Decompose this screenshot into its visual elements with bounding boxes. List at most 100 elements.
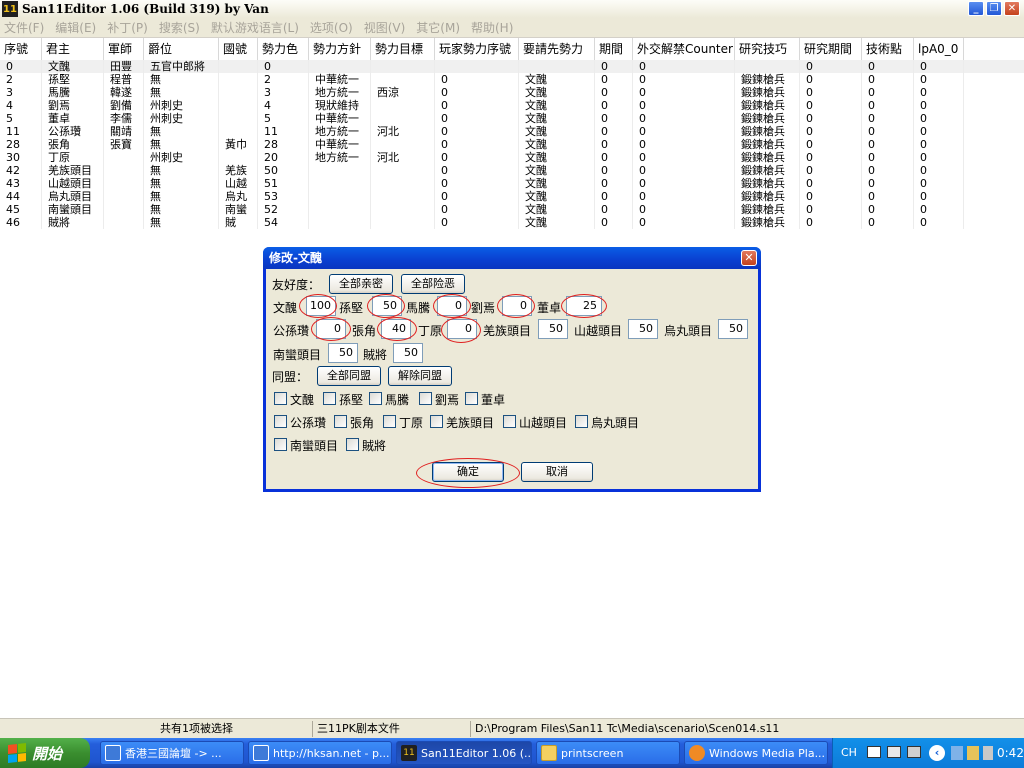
network-icon[interactable]	[951, 746, 963, 760]
table-row[interactable]: 44 烏丸頭目無烏丸 53 0 文醜 0 0 鍛鍊槍兵 0 0 0	[0, 190, 1024, 203]
table-row[interactable]: 0 文醜 田豐 五官中郎將 0 0 0 0 0 0	[0, 60, 1024, 73]
col-research-period-header[interactable]: 研究期間	[800, 38, 862, 60]
menu-view[interactable]: 视图(V)	[364, 19, 406, 36]
friendship-input[interactable]: 50	[538, 319, 568, 339]
friendship-input[interactable]: 0	[316, 319, 346, 339]
col-lpa0-header[interactable]: lpA0_0	[914, 38, 964, 60]
col-research-header[interactable]: 研究技巧	[735, 38, 800, 60]
dialog-title[interactable]: 修改-文醜 ✕	[263, 247, 761, 269]
task-hksan[interactable]: http://hksan.net - p...	[248, 741, 392, 765]
alliance-checkbox[interactable]	[274, 392, 287, 405]
menu-edit[interactable]: 编辑(E)	[55, 19, 96, 36]
language-indicator[interactable]: CH	[841, 746, 857, 759]
table-row[interactable]: 4 劉焉 劉備 州刺史 4 現狀維持 0 文醜 0 0 鍛鍊槍兵 0 0 0	[0, 99, 1024, 112]
task-media-player[interactable]: Windows Media Pla...	[684, 741, 828, 765]
table-row[interactable]: 42 羌族頭目無羌族 50 0 文醜 0 0 鍛鍊槍兵 0 0 0	[0, 164, 1024, 177]
table-row[interactable]: 28 張角 張寶無黃巾 28 中華統一 0 文醜 0 0 鍛鍊槍兵 0 0 0	[0, 138, 1024, 151]
all-hostile-button[interactable]: 全部险恶	[401, 274, 465, 294]
alliance-checkbox[interactable]	[383, 415, 396, 428]
menu-search[interactable]: 搜索(S)	[159, 19, 200, 36]
friendship-input[interactable]: 0	[502, 296, 532, 316]
col-request-header[interactable]: 要請先勢力	[519, 38, 595, 60]
friendship-input[interactable]: 50	[628, 319, 658, 339]
maximize-button[interactable]: ❐	[986, 1, 1002, 16]
minimize-button[interactable]: _	[968, 1, 984, 16]
friendship-input[interactable]: 50	[718, 319, 748, 339]
col-diplomacy-counter-header[interactable]: 外交解禁Counter	[633, 38, 735, 60]
col-lord-header[interactable]: 君主	[42, 38, 104, 60]
table-row[interactable]: 46 賊將無賊 54 0 文醜 0 0 鍛鍊槍兵 0 0 0	[0, 216, 1024, 229]
cancel-button[interactable]: 取消	[521, 462, 593, 482]
alliance-checkbox[interactable]	[369, 392, 382, 405]
friendship-input[interactable]: 0	[447, 319, 477, 339]
col-index-header[interactable]: 序號	[0, 38, 42, 60]
col-color-header[interactable]: 勢力色	[258, 38, 309, 60]
col-policy-header[interactable]: 勢力方針	[309, 38, 371, 60]
table-row[interactable]: 30 丁原 州刺史 20 地方統一 河北 0 文醜 0 0 鍛鍊槍兵 0 0 0	[0, 151, 1024, 164]
dissolve-ally-button[interactable]: 解除同盟	[388, 366, 452, 386]
friendship-input[interactable]: 40	[381, 319, 411, 339]
task-san11editor[interactable]: 11 San11Editor 1.06 (...	[396, 741, 532, 765]
table-cell: 0	[800, 60, 862, 73]
col-rank-header[interactable]: 爵位	[144, 38, 219, 60]
alliance-checkbox[interactable]	[419, 392, 432, 405]
ok-button[interactable]: 确定	[432, 462, 504, 482]
table-row[interactable]: 5 董卓 李儒 州刺史 5 中華統一 0 文醜 0 0 鍛鍊槍兵 0 0 0	[0, 112, 1024, 125]
menu-misc[interactable]: 其它(M)	[416, 19, 460, 36]
dialog-close-button[interactable]: ✕	[741, 250, 757, 266]
table-cell: 0	[0, 60, 42, 73]
friendship-input[interactable]: 50	[328, 343, 358, 363]
table-cell	[219, 73, 258, 86]
all-ally-button[interactable]: 全部同盟	[317, 366, 381, 386]
alliance-checkbox[interactable]	[346, 438, 359, 451]
close-button[interactable]: ✕	[1004, 1, 1020, 16]
alliance-checkbox[interactable]	[465, 392, 478, 405]
friendship-input[interactable]: 50	[393, 343, 423, 363]
alliance-checkbox[interactable]	[334, 415, 347, 428]
col-tech-points-header[interactable]: 技術點	[862, 38, 914, 60]
table-cell: 黃巾	[219, 138, 258, 151]
col-advisor-header[interactable]: 軍師	[104, 38, 144, 60]
table-cell: 地方統一	[309, 125, 371, 138]
task-forum[interactable]: 香港三國論壇 -> ...	[100, 741, 244, 765]
menu-help[interactable]: 帮助(H)	[471, 19, 513, 36]
friendship-input[interactable]: 0	[437, 296, 467, 316]
security-icon[interactable]	[967, 746, 979, 760]
toolbar-icon[interactable]	[907, 746, 921, 758]
friendship-input[interactable]: 50	[372, 296, 402, 316]
alliance-checkbox[interactable]	[274, 415, 287, 428]
task-printscreen[interactable]: printscreen	[536, 741, 680, 765]
col-player-index-header[interactable]: 玩家勢力序號	[435, 38, 519, 60]
menu-file[interactable]: 文件(F)	[4, 19, 44, 36]
keyboard-icon[interactable]	[867, 746, 881, 758]
alliance-checkbox[interactable]	[575, 415, 588, 428]
alliance-checkbox[interactable]	[430, 415, 443, 428]
table-row[interactable]: 3 馬騰 韓遂無 3 地方統一 西涼 0 文醜 0 0 鍛鍊槍兵 0 0 0	[0, 86, 1024, 99]
menu-patch[interactable]: 补丁(P)	[107, 19, 148, 36]
ime-icon[interactable]	[887, 746, 901, 758]
table-row[interactable]: 43 山越頭目無山越 51 0 文醜 0 0 鍛鍊槍兵 0 0 0	[0, 177, 1024, 190]
task-label: 香港三國論壇 -> ...	[125, 747, 222, 760]
table-cell: 0	[633, 99, 735, 112]
table-cell: 州刺史	[144, 151, 219, 164]
menu-options[interactable]: 选项(O)	[310, 19, 353, 36]
title-bar[interactable]: 11 San11Editor 1.06 (Build 319) by Van _…	[0, 0, 1024, 18]
table-row[interactable]: 2 孫堅 程普無 2 中華統一 0 文醜 0 0 鍛鍊槍兵 0 0 0	[0, 73, 1024, 86]
col-country-header[interactable]: 國號	[219, 38, 258, 60]
collapse-tray-icon[interactable]: ‹	[929, 745, 945, 761]
col-target-header[interactable]: 勢力目標	[371, 38, 435, 60]
col-period-header[interactable]: 期間	[595, 38, 633, 60]
all-friendly-button[interactable]: 全部亲密	[329, 274, 393, 294]
table-cell: 0	[595, 177, 633, 190]
friendship-input[interactable]: 25	[566, 296, 602, 316]
alliance-checkbox[interactable]	[274, 438, 287, 451]
menu-language[interactable]: 默认游戏语言(L)	[211, 19, 299, 36]
alliance-checkbox[interactable]	[323, 392, 336, 405]
alliance-checkbox[interactable]	[503, 415, 516, 428]
friendship-input[interactable]: 100	[306, 296, 336, 316]
table-row[interactable]: 11 公孫瓚 關靖無 11 地方統一 河北 0 文醜 0 0 鍛鍊槍兵 0 0 0	[0, 125, 1024, 138]
table-row[interactable]: 45 南蠻頭目無南蠻 52 0 文醜 0 0 鍛鍊槍兵 0 0 0	[0, 203, 1024, 216]
start-button[interactable]: 開始	[0, 738, 90, 768]
volume-icon[interactable]	[983, 746, 993, 760]
table-cell: 11	[258, 125, 309, 138]
